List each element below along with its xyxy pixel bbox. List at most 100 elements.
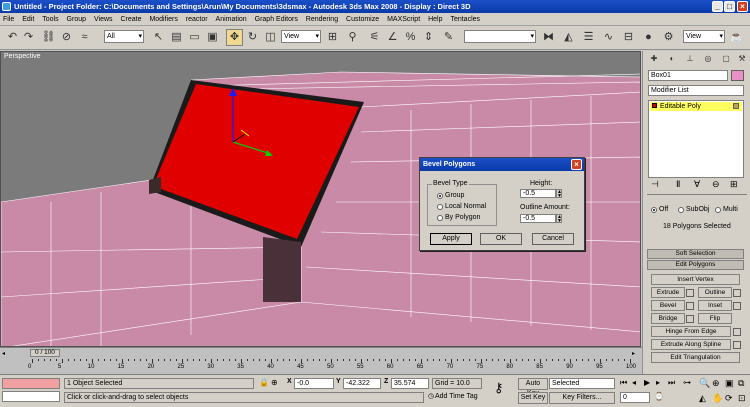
reference-coordinate-dropdown[interactable]: View — [281, 30, 321, 43]
insert-vertex-button[interactable]: Insert Vertex — [651, 274, 740, 285]
make-unique-icon[interactable]: ∀ — [694, 179, 700, 190]
outline-settings-button[interactable] — [733, 289, 741, 297]
close-button[interactable]: × — [737, 1, 748, 12]
unlink-icon[interactable]: ⊘ — [58, 29, 75, 46]
configure-modifier-sets-icon[interactable]: ⊞ — [730, 179, 738, 190]
select-link-icon[interactable]: ⛓ — [40, 29, 57, 46]
soft-selection-rollout[interactable]: Soft Selection — [647, 249, 744, 259]
arc-rotate-icon[interactable]: ⟳ — [725, 393, 733, 404]
flip-button[interactable]: Flip — [698, 313, 732, 324]
soft-sel-off-radio[interactable] — [651, 207, 657, 213]
object-name-field[interactable]: Box01 — [648, 70, 728, 81]
snap-toggle-icon[interactable]: ⚟ — [366, 29, 383, 46]
key-mode-toggle-icon[interactable]: ⊶ — [683, 378, 691, 387]
stack-item-toggle[interactable] — [733, 103, 739, 109]
menu-maxscript[interactable]: MAXScript — [384, 13, 423, 26]
redo-icon[interactable]: ↷ — [20, 29, 37, 46]
menu-file[interactable]: File — [0, 13, 17, 26]
menu-tentacles[interactable]: Tentacles — [447, 13, 483, 26]
hierarchy-panel-icon[interactable]: ⊥ — [683, 53, 697, 65]
expand-icon[interactable] — [652, 103, 657, 108]
spinner-snap-icon[interactable]: ⇕ — [420, 29, 437, 46]
group-radio[interactable] — [437, 193, 443, 199]
menu-animation[interactable]: Animation — [213, 13, 250, 26]
key-icon[interactable]: ⚷ — [494, 380, 504, 396]
bridge-button[interactable]: Bridge — [651, 313, 685, 324]
soft-sel-multi-radio[interactable] — [715, 207, 721, 213]
lock-selection-icon[interactable]: 🔒 — [259, 378, 269, 387]
layer-manager-icon[interactable]: ☰ — [580, 29, 597, 46]
object-color-swatch[interactable] — [731, 70, 744, 81]
menu-help[interactable]: Help — [425, 13, 445, 26]
zoom-extents-icon[interactable]: ▣ — [725, 378, 734, 389]
utilities-panel-icon[interactable]: ⚒ — [735, 53, 749, 65]
menu-views[interactable]: Views — [91, 13, 116, 26]
key-mode-dropdown[interactable]: Selected — [549, 378, 615, 389]
display-panel-icon[interactable]: ▢ — [719, 53, 733, 65]
time-tag-icon[interactable]: ◷ — [428, 392, 434, 400]
extrude-button[interactable]: Extrude — [651, 287, 685, 298]
field-of-view-icon[interactable]: ◭ — [699, 393, 706, 404]
curve-editor-icon[interactable]: ∿ — [600, 29, 617, 46]
maxscript-mini-listener[interactable] — [2, 391, 60, 402]
menu-group[interactable]: Group — [64, 13, 89, 26]
maximize-button[interactable]: □ — [724, 1, 735, 12]
zoom-extents-all-icon[interactable]: ⧉ — [738, 378, 744, 389]
bridge-settings-button[interactable] — [686, 315, 694, 323]
show-end-result-icon[interactable]: Ⅱ — [676, 179, 680, 190]
timeline-ruler[interactable]: 0 5 10 15 20 25 30 35 40 45 50 55 60 65 70 75 80 85 90 95 10… — [0, 359, 642, 374]
bevel-settings-button[interactable] — [686, 302, 694, 310]
next-frame-icon[interactable]: ▸ — [656, 378, 660, 387]
cancel-button[interactable]: Cancel — [532, 233, 574, 245]
absolute-mode-icon[interactable]: ⊕ — [271, 378, 278, 387]
zoom-all-icon[interactable]: ⊕ — [712, 378, 720, 389]
menu-tools[interactable]: Tools — [39, 13, 61, 26]
quick-render-icon[interactable]: ☕ — [728, 29, 745, 46]
ok-button[interactable]: OK — [480, 233, 522, 245]
go-to-end-icon[interactable]: ⏭ — [668, 378, 675, 388]
render-view-dropdown[interactable]: View — [683, 30, 725, 43]
auto-key-button[interactable]: Auto Key — [518, 378, 548, 397]
bevel-button[interactable]: Bevel — [651, 300, 685, 311]
soft-sel-subobj-radio[interactable] — [678, 207, 684, 213]
rotate-icon[interactable]: ↻ — [244, 29, 261, 46]
percent-snap-icon[interactable]: % — [402, 29, 419, 46]
select-by-name-icon[interactable]: ▤ — [168, 29, 185, 46]
select-manipulate-icon[interactable]: ⚲ — [344, 29, 361, 46]
stack-item-editable-poly[interactable]: Editable Poly — [650, 102, 742, 111]
menu-reactor[interactable]: reactor — [183, 13, 211, 26]
prev-frame-arrow-icon[interactable]: ◂ — [2, 350, 8, 357]
named-selection-sets-dropdown[interactable] — [464, 30, 536, 43]
dialog-close-button[interactable]: × — [571, 159, 582, 170]
current-frame-field[interactable]: 0 — [620, 392, 650, 403]
maximize-viewport-icon[interactable]: ⊡ — [738, 393, 746, 404]
height-field[interactable]: -0.5 — [520, 189, 556, 198]
rect-selection-icon[interactable]: ▭ — [186, 29, 203, 46]
motion-panel-icon[interactable]: ◎ — [701, 53, 715, 65]
by-polygon-radio[interactable] — [437, 215, 443, 221]
dialog-title-bar[interactable]: Bevel Polygons × — [420, 158, 584, 171]
menu-modifiers[interactable]: Modifiers — [146, 13, 180, 26]
align-icon[interactable]: ◭ — [560, 29, 577, 46]
inset-button[interactable]: Inset — [698, 300, 732, 311]
height-spinner[interactable]: ▲ ▼ — [556, 189, 562, 199]
outline-amount-field[interactable]: -0.5 — [520, 214, 556, 223]
x-coordinate-field[interactable]: -0.0 — [294, 378, 334, 389]
scale-icon[interactable]: ◫ — [262, 29, 279, 46]
edit-named-selection-icon[interactable]: ✎ — [440, 29, 457, 46]
menu-rendering[interactable]: Rendering — [303, 13, 341, 26]
menu-edit[interactable]: Edit — [19, 13, 37, 26]
hinge-settings-button[interactable] — [733, 328, 741, 336]
extrude-settings-button[interactable] — [686, 289, 694, 297]
modifier-list-dropdown[interactable]: Modifier List — [648, 85, 744, 96]
menu-customize[interactable]: Customize — [343, 13, 382, 26]
key-filters-button[interactable]: Key Filters... — [549, 392, 615, 404]
create-panel-icon[interactable]: ✚ — [647, 53, 661, 65]
move-icon[interactable]: ✥ — [226, 29, 243, 46]
zoom-icon[interactable]: 🔍 — [699, 378, 710, 389]
pan-icon[interactable]: ✋ — [712, 393, 723, 404]
minimize-button[interactable]: _ — [712, 1, 723, 12]
edit-triangulation-button[interactable]: Edit Triangulation — [651, 352, 740, 363]
hinge-from-edge-button[interactable]: Hinge From Edge — [651, 326, 731, 337]
bind-spacewarp-icon[interactable]: ≈ — [76, 29, 93, 46]
